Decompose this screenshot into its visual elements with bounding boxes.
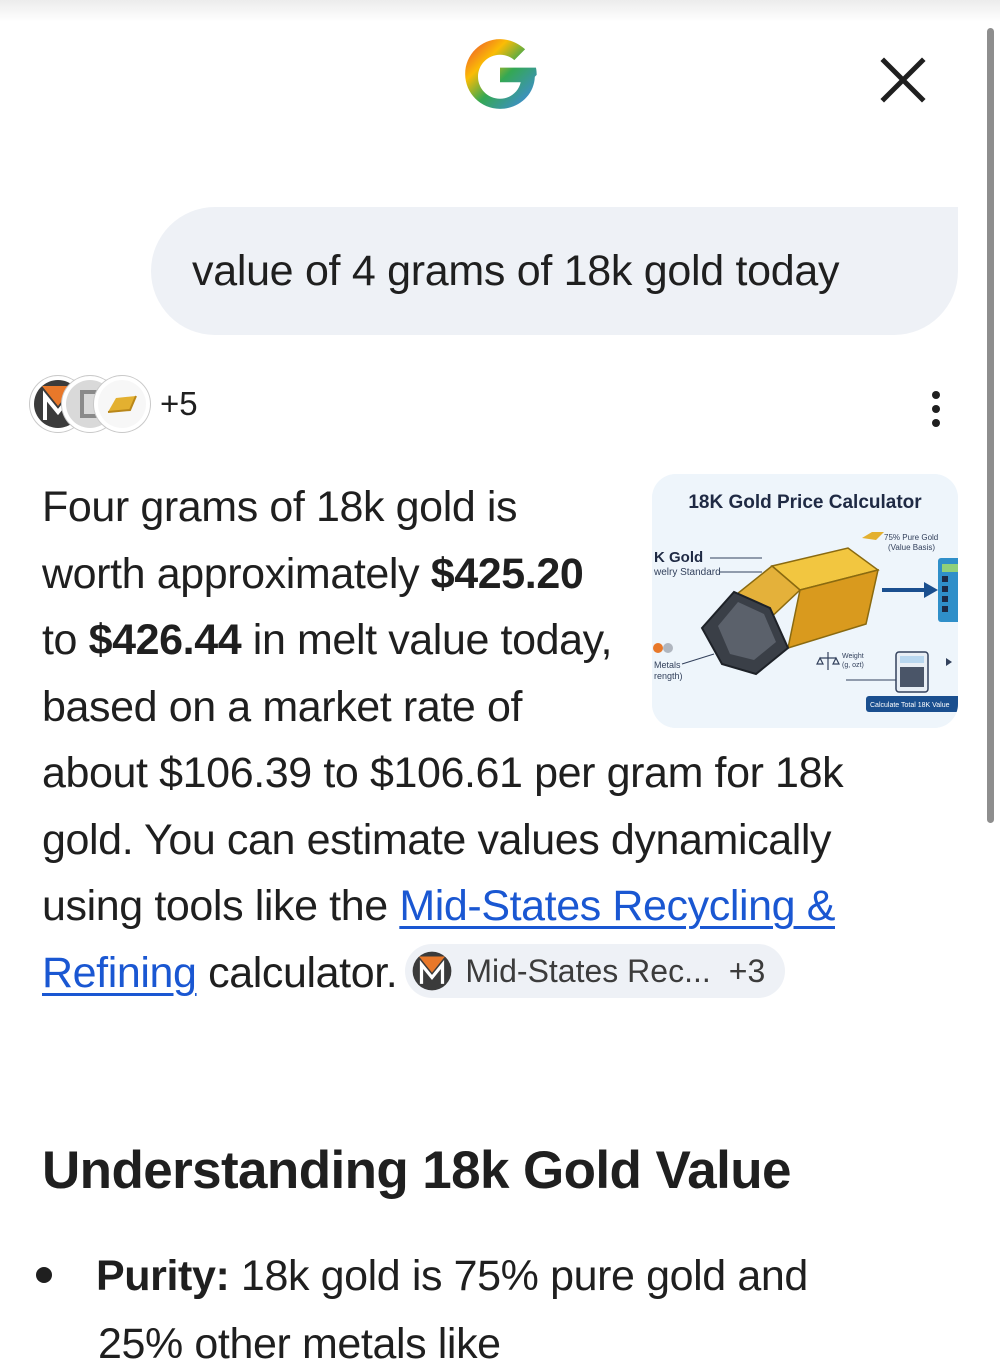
more-vert-icon-dot — [932, 419, 940, 427]
user-query-bubble: value of 4 grams of 18k gold today — [151, 207, 958, 335]
gold-bar-icon — [98, 380, 146, 428]
gold-calculator-thumbnail[interactable]: 18K Gold Price Calculator K Gold welry S… — [652, 474, 958, 728]
price-low: $425.20 — [430, 549, 584, 598]
thumbnail-button-label: Calculate Total 18K Value — [870, 702, 950, 709]
sources-row[interactable]: +5 — [30, 376, 198, 432]
scrollbar[interactable] — [987, 28, 994, 823]
answer-text: to — [42, 616, 89, 664]
thumbnail-label-metals: Metals — [654, 660, 681, 670]
gold-calculator-image: 18K Gold Price Calculator K Gold welry S… — [652, 474, 958, 728]
sources-count: +5 — [160, 385, 198, 422]
more-vert-icon-dot — [932, 391, 940, 399]
section-heading: Understanding 18k Gold Value — [42, 1141, 792, 1200]
source-avatar-3[interactable] — [94, 376, 150, 432]
bullet-text: 18k gold is 75% pure gold and — [229, 1252, 808, 1300]
thumbnail-title: 18K Gold Price Calculator — [688, 492, 922, 513]
bullet-term: Purity: — [96, 1252, 230, 1300]
citation-chip-more: +3 — [728, 952, 766, 989]
bullet-item-purity: Purity: 18k gold is 75% pure gold and — [36, 1252, 808, 1301]
thumbnail-label-gold: K Gold — [654, 549, 703, 566]
price-high: $426.44 — [88, 616, 242, 664]
midstates-logo-icon — [412, 951, 452, 991]
thumbnail-label-strength: rength) — [654, 671, 683, 681]
bullet-dot — [36, 1266, 52, 1283]
thumbnail-label-weight: Weight — [842, 653, 864, 660]
more-vert-icon-dot — [932, 405, 940, 413]
bullet-continuation: 25% other metals like — [98, 1320, 501, 1368]
citation-chip-label: Mid-States Rec... — [465, 952, 711, 989]
close-button[interactable] — [868, 48, 938, 112]
thumbnail-label-basis: (Value Basis) — [888, 543, 935, 552]
answer-text: calculator. — [196, 948, 398, 997]
thumbnail-label-standard: welry Standard — [653, 567, 721, 578]
more-options-button[interactable] — [916, 384, 956, 434]
close-icon — [880, 57, 926, 103]
top-shade — [0, 0, 1000, 22]
google-g-icon — [465, 39, 537, 109]
citation-chip[interactable]: Mid-States Rec... +3 — [405, 944, 786, 999]
thumbnail-label-pure: 75% Pure Gold — [884, 533, 938, 542]
thumbnail-label-weight-units: (g, ozt) — [842, 662, 864, 669]
